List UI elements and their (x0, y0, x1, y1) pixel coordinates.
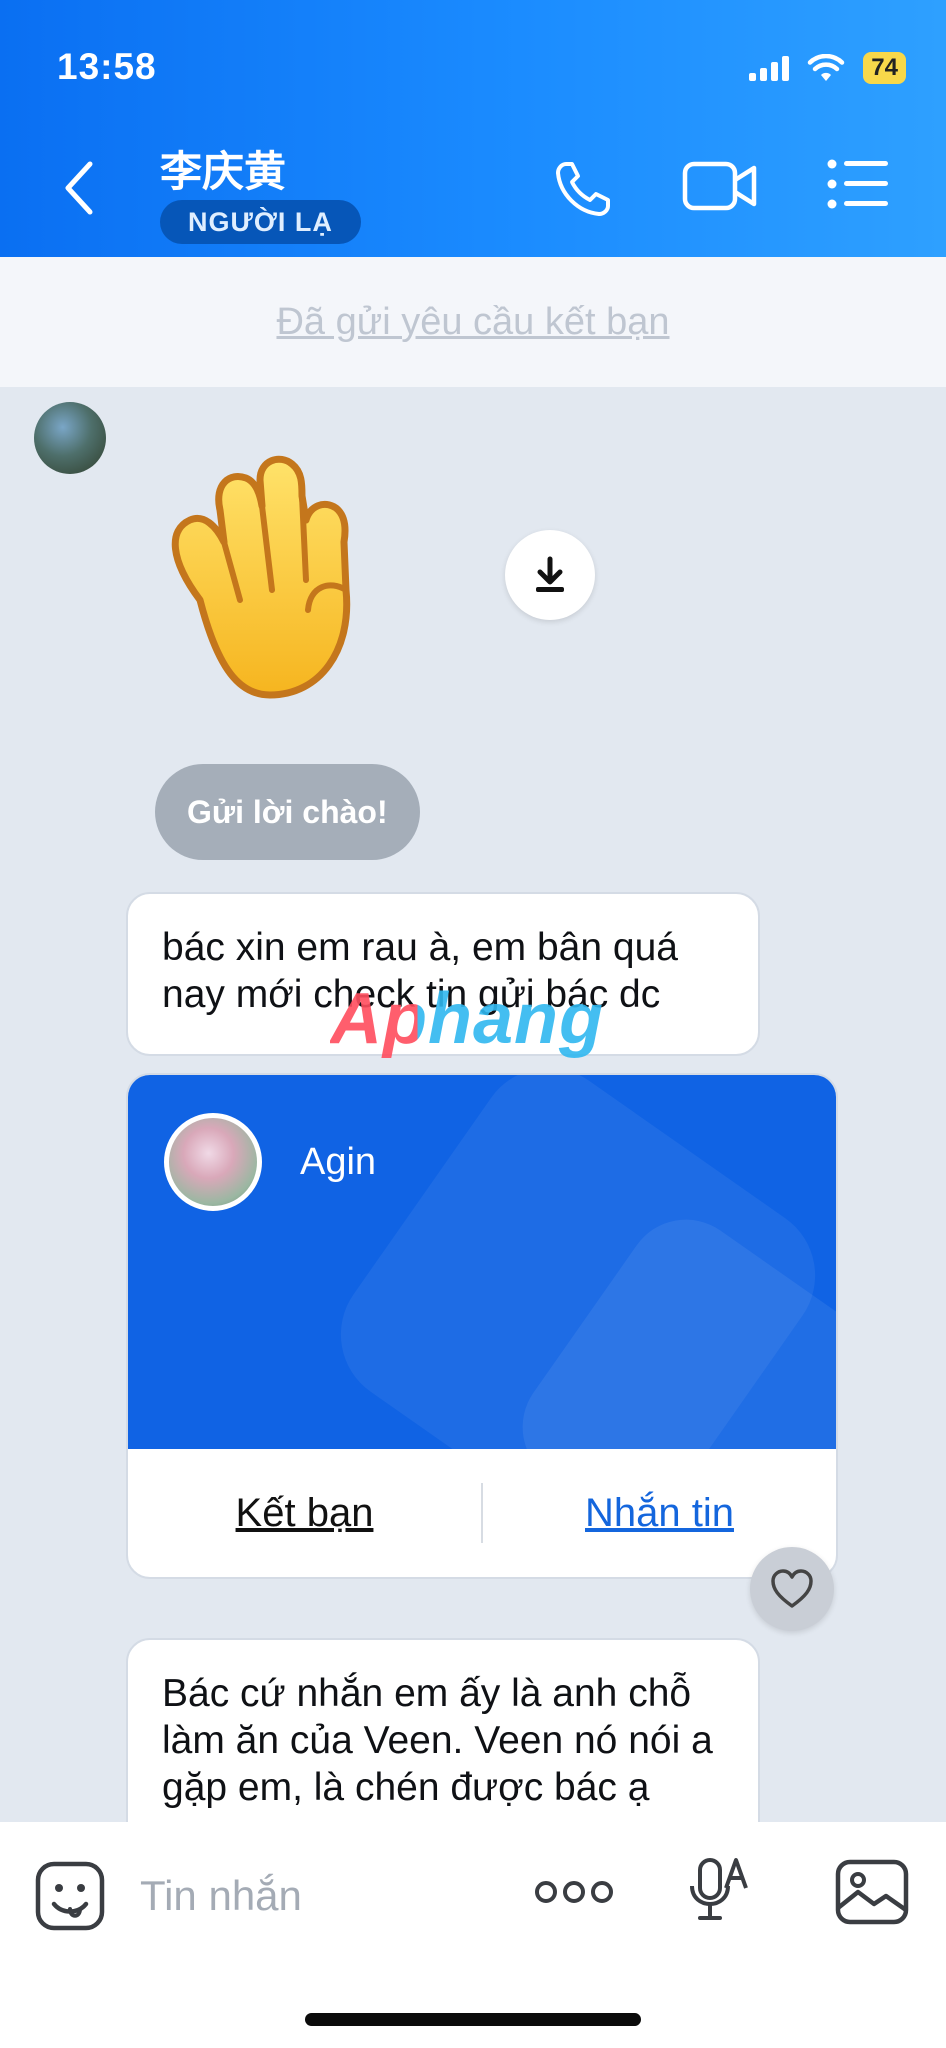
waving-hand-sticker[interactable] (160, 450, 430, 710)
cellular-signal-icon (749, 55, 790, 81)
emoji-icon[interactable] (34, 1860, 106, 1932)
contact-card-avatar[interactable] (164, 1113, 262, 1211)
stranger-badge: NGƯỜI LẠ (160, 200, 361, 244)
menu-icon[interactable] (826, 158, 890, 210)
chat-header: 13:58 74 李庆黄 NGƯỜI LẠ (0, 0, 946, 257)
message-input[interactable]: Tin nhắn (140, 1872, 302, 1920)
wifi-icon (808, 54, 845, 81)
send-greeting-button[interactable]: Gửi lời chào! (155, 764, 420, 860)
status-icons: 74 (749, 52, 906, 84)
contact-card-actions: Kết bạn Nhắn tin (128, 1449, 836, 1577)
home-indicator (305, 2013, 641, 2026)
download-button[interactable] (505, 530, 595, 620)
contact-card-name[interactable]: Agin (300, 1141, 376, 1184)
friend-request-sent-link[interactable]: Đã gửi yêu cầu kết bạn (276, 301, 669, 344)
contact-card[interactable]: Agin Kết bạn Nhắn tin (126, 1073, 838, 1579)
add-friend-button[interactable]: Kết bạn (128, 1491, 481, 1536)
react-button[interactable] (750, 1547, 834, 1631)
friend-request-bar: Đã gửi yêu cầu kết bạn (0, 257, 946, 387)
heart-icon (771, 1569, 813, 1608)
contact-card-header: Agin (128, 1075, 836, 1449)
more-icon[interactable] (534, 1878, 614, 1906)
battery-indicator: 74 (863, 52, 906, 84)
download-icon (536, 556, 564, 592)
video-call-icon[interactable] (682, 158, 758, 214)
phone-icon[interactable] (552, 158, 614, 220)
image-icon[interactable] (834, 1858, 910, 1926)
voice-to-text-icon[interactable] (690, 1854, 752, 1934)
status-time: 13:58 (57, 46, 157, 87)
send-message-button[interactable]: Nhắn tin (483, 1491, 836, 1536)
contact-name[interactable]: 李庆黄 (160, 138, 286, 199)
watermark: Aphang (330, 979, 604, 1059)
sender-avatar[interactable] (34, 402, 106, 474)
back-icon[interactable] (60, 160, 100, 216)
